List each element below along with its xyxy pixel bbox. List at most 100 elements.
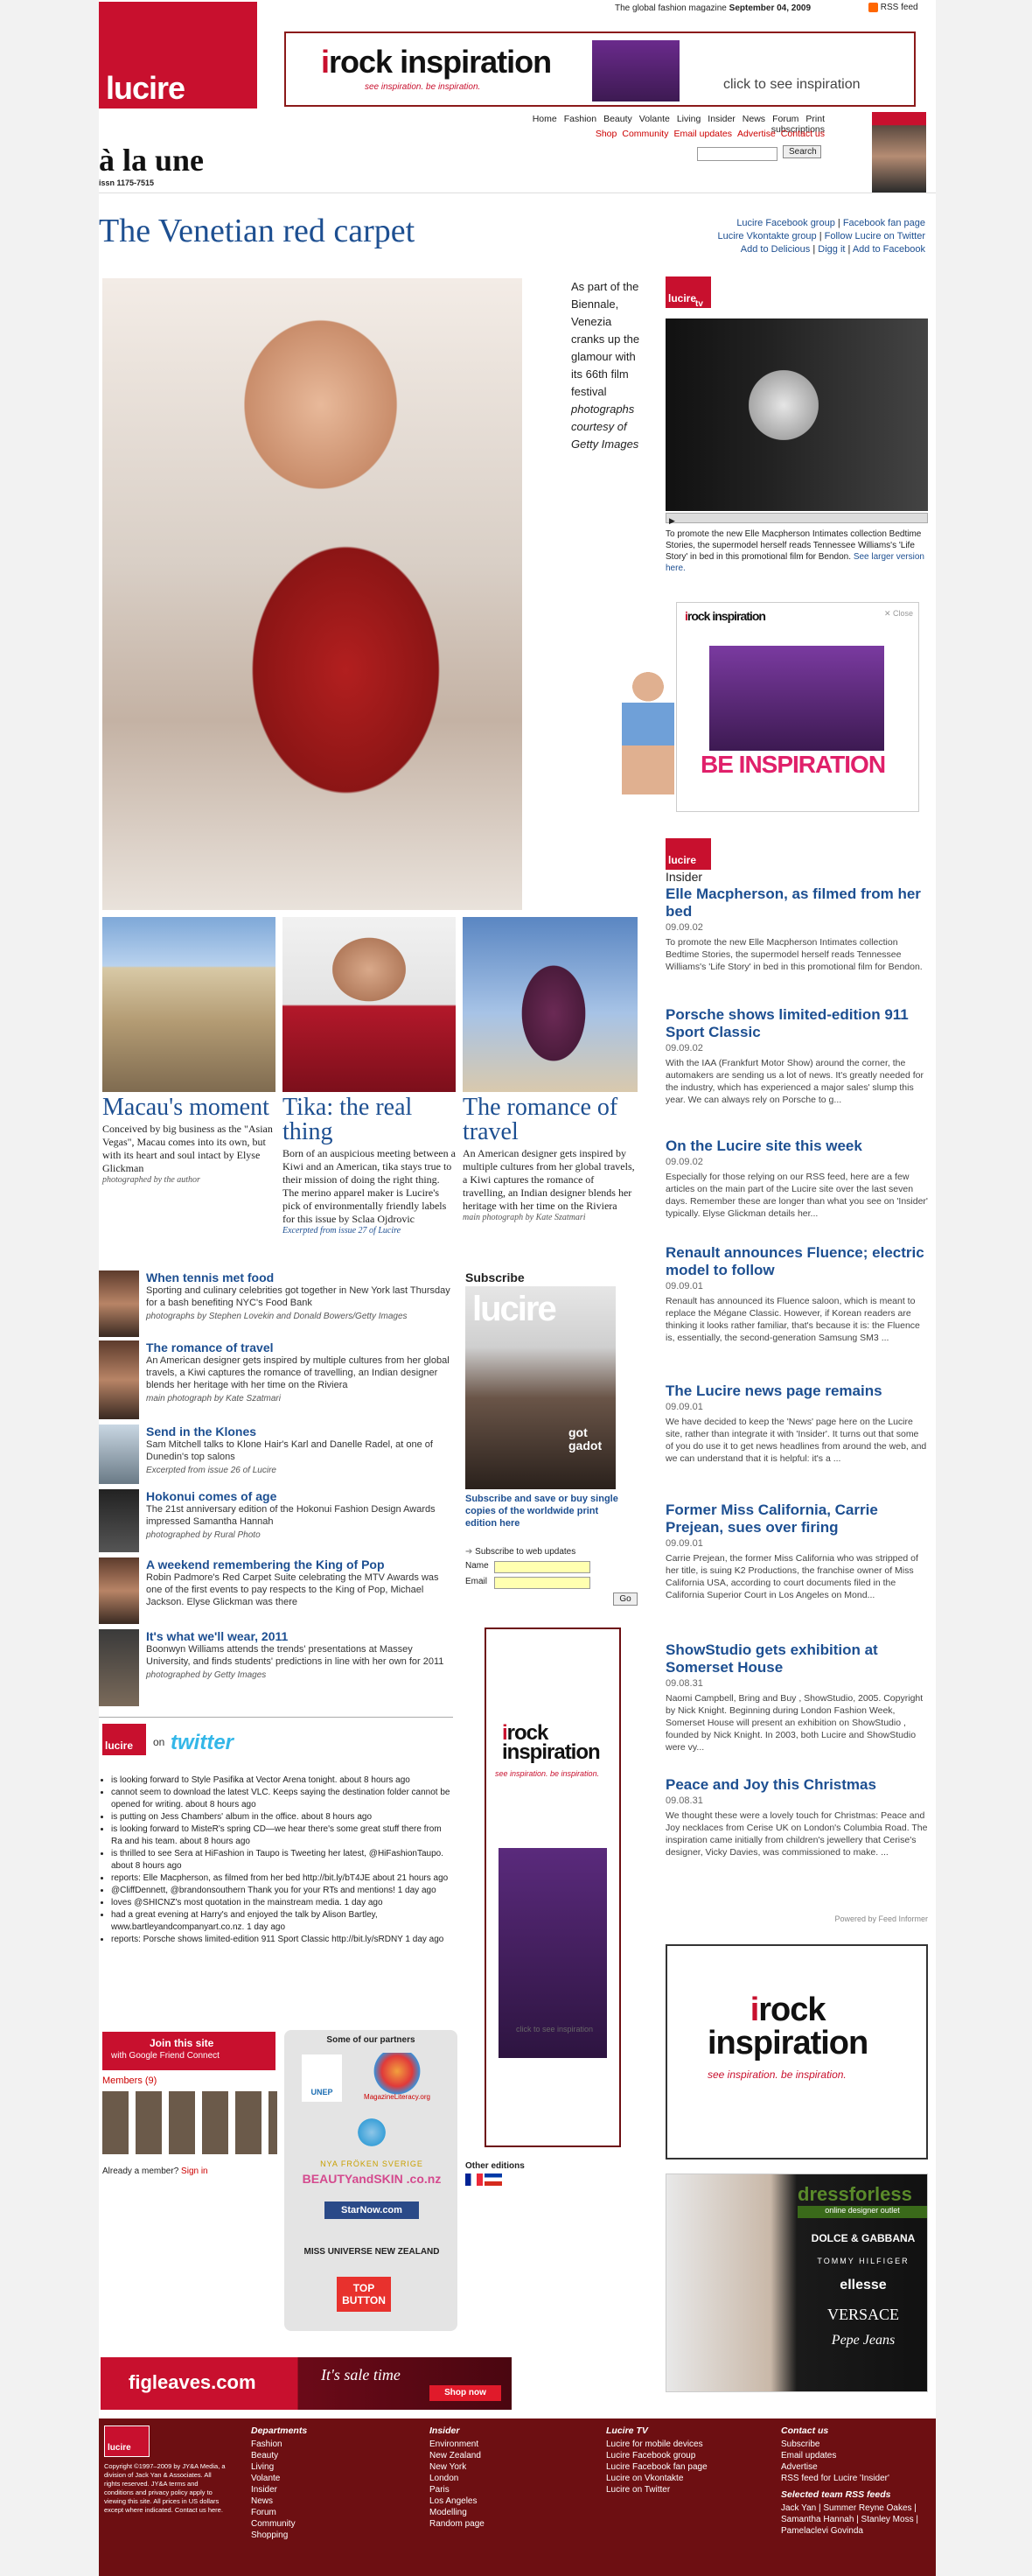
partner-miss-universe-nz[interactable]: MISS UNIVERSE NEW ZEALAND xyxy=(302,2247,442,2257)
share-fb-fan[interactable]: Facebook fan page xyxy=(843,218,925,228)
footer-link[interactable]: Paris xyxy=(429,2484,578,2496)
email-field[interactable] xyxy=(494,1577,590,1589)
footer-link[interactable]: Lucire for mobile devices xyxy=(606,2439,764,2450)
nav-forum[interactable]: Forum xyxy=(772,114,798,124)
nav-beauty[interactable]: Beauty xyxy=(603,114,632,124)
footer-link[interactable]: Lucire on Twitter xyxy=(606,2484,764,2496)
footer-link[interactable]: Email updates xyxy=(781,2450,930,2461)
animated-ad[interactable]: irock inspiration ✕ Close BE INSPIRATION xyxy=(622,602,919,821)
share-vk[interactable]: Lucire Vkontakte group xyxy=(718,231,817,242)
nav-volante[interactable]: Volante xyxy=(639,114,670,124)
share-twitter[interactable]: Follow Lucire on Twitter xyxy=(825,231,925,242)
flag-ru-icon[interactable] xyxy=(485,2174,502,2186)
story-title[interactable]: Porsche shows limited-edition 911 Sport … xyxy=(666,1006,928,1041)
story-title[interactable]: ShowStudio gets exhibition at Somerset H… xyxy=(666,1642,928,1676)
teaser-title[interactable]: The romance of travel xyxy=(463,1096,638,1144)
footer-link[interactable]: Lucire on Vkontakte xyxy=(606,2473,764,2484)
magazine-cover-thumb[interactable] xyxy=(872,112,926,192)
footer-link[interactable]: Shopping xyxy=(251,2530,400,2541)
share-delicious[interactable]: Add to Delicious xyxy=(741,244,811,255)
footer-link[interactable]: Lucire Facebook fan page xyxy=(606,2461,764,2473)
right-rock-ad[interactable]: irock inspiration see inspiration. be ins… xyxy=(666,1944,928,2160)
rss-link[interactable]: RSS feed xyxy=(868,3,918,12)
news-thumb[interactable] xyxy=(99,1489,139,1552)
footer-link[interactable]: New York xyxy=(429,2461,578,2473)
footer-link[interactable]: New Zealand xyxy=(429,2450,578,2461)
share-fb-group[interactable]: Lucire Facebook group xyxy=(736,218,835,228)
footer-link[interactable]: Random page xyxy=(429,2518,578,2530)
subscribe-cover[interactable]: lucire got gadot xyxy=(465,1286,616,1489)
anim-ad-close[interactable]: ✕ Close xyxy=(884,609,913,619)
news-thumb[interactable] xyxy=(99,1424,139,1484)
news-title[interactable]: It's what we'll wear, 2011 xyxy=(146,1629,453,1643)
share-digg[interactable]: Digg it xyxy=(818,244,845,255)
story-title[interactable]: Elle Macpherson, as filmed from her bed xyxy=(666,886,928,920)
name-field[interactable] xyxy=(494,1561,590,1573)
footer-link[interactable]: Lucire Facebook group xyxy=(606,2450,764,2461)
signin-link[interactable]: Sign in xyxy=(181,2166,208,2176)
partner-top-button[interactable]: TOP BUTTON xyxy=(337,2277,391,2312)
teaser-title[interactable]: Macau's moment xyxy=(102,1096,275,1120)
search-button[interactable]: Search xyxy=(783,145,821,158)
news-thumb[interactable] xyxy=(99,1340,139,1419)
twitter-logo[interactable]: twitter xyxy=(171,1731,234,1755)
teaser-macau-photo[interactable] xyxy=(102,917,275,1092)
news-title[interactable]: Send in the Klones xyxy=(146,1424,453,1438)
feature-photo[interactable] xyxy=(102,278,522,910)
nav-news[interactable]: News xyxy=(743,114,765,124)
nav-shop[interactable]: Shop xyxy=(596,129,617,139)
teaser-romance-photo[interactable] xyxy=(463,917,638,1092)
news-title[interactable]: A weekend remembering the King of Pop xyxy=(146,1558,453,1572)
partner-unep[interactable]: UNEP xyxy=(302,2054,342,2102)
figleaves-banner[interactable]: figleaves.com It's sale time Shop now xyxy=(101,2357,512,2410)
nav-email-updates[interactable]: Email updates xyxy=(673,129,732,139)
nav-insider[interactable]: Insider xyxy=(708,114,736,124)
teaser-tika-photo[interactable] xyxy=(282,917,456,1092)
story-title[interactable]: Former Miss California, Carrie Prejean, … xyxy=(666,1502,928,1536)
story-title[interactable]: On the Lucire site this week xyxy=(666,1138,928,1155)
go-button[interactable]: Go xyxy=(613,1592,638,1606)
news-title[interactable]: When tennis met food xyxy=(146,1270,453,1284)
play-icon[interactable]: ▶ xyxy=(666,516,675,525)
teaser-title[interactable]: Tika: the real thing xyxy=(282,1096,456,1144)
news-title[interactable]: The romance of travel xyxy=(146,1340,453,1354)
partner-magazine-literacy[interactable]: MagazineLiteracy.org xyxy=(359,2053,435,2105)
share-facebook[interactable]: Add to Facebook xyxy=(853,244,925,255)
news-thumb[interactable] xyxy=(99,1629,139,1706)
footer-link[interactable]: RSS feed for Lucire 'Insider' xyxy=(781,2473,930,2484)
nav-home[interactable]: Home xyxy=(533,114,557,124)
footer-logo[interactable]: lucire xyxy=(104,2426,150,2457)
footer-link[interactable]: News xyxy=(251,2496,400,2507)
nav-fashion[interactable]: Fashion xyxy=(564,114,596,124)
story-title[interactable]: The Lucire news page remains xyxy=(666,1382,928,1400)
video-control-bar[interactable]: ▶ xyxy=(666,513,928,525)
news-title[interactable]: Hokonui comes of age xyxy=(146,1489,453,1503)
feature-title[interactable]: The Venetian red carpet xyxy=(99,212,415,250)
footer-link[interactable]: Los Angeles xyxy=(429,2496,578,2507)
news-thumb[interactable] xyxy=(99,1558,139,1624)
footer-link[interactable]: Subscribe xyxy=(781,2439,930,2450)
partner-beauty-skin[interactable]: BEAUTYandSKIN .co.nz xyxy=(302,2172,442,2186)
gfc-join-button[interactable]: Join this site with Google Friend Connec… xyxy=(102,2032,275,2070)
story-title[interactable]: Peace and Joy this Christmas xyxy=(666,1776,928,1794)
nav-advertise[interactable]: Advertise xyxy=(737,129,776,139)
top-banner-ad[interactable]: irock inspiration see inspiration. be in… xyxy=(284,32,916,107)
gfc-member-avatars[interactable] xyxy=(102,2091,277,2154)
footer-link[interactable]: Living xyxy=(251,2461,400,2473)
footer-link[interactable]: Community xyxy=(251,2518,400,2530)
footer-link[interactable]: Advertise xyxy=(781,2461,930,2473)
footer-link[interactable]: Volante xyxy=(251,2473,400,2484)
site-logo[interactable]: lucire xyxy=(99,2,257,108)
nav-contact[interactable]: Contact us xyxy=(781,129,825,139)
dressforless-ad[interactable]: dressforless online designer outlet DOLC… xyxy=(666,2174,928,2392)
footer-link[interactable]: Modelling xyxy=(429,2507,578,2518)
footer-link[interactable]: Insider xyxy=(251,2484,400,2496)
ad-cta[interactable]: click to see inspiration xyxy=(723,77,861,93)
footer-link[interactable]: Beauty xyxy=(251,2450,400,2461)
partner-nya-froken[interactable]: NYA FRÖKEN SVERIGE xyxy=(302,2160,442,2168)
nav-community[interactable]: Community xyxy=(622,129,668,139)
footer-link[interactable]: London xyxy=(429,2473,578,2484)
story-title[interactable]: Renault announces Fluence; electric mode… xyxy=(666,1244,928,1279)
news-thumb[interactable] xyxy=(99,1270,139,1337)
partner-starnow[interactable]: StarNow.com xyxy=(324,2202,419,2219)
